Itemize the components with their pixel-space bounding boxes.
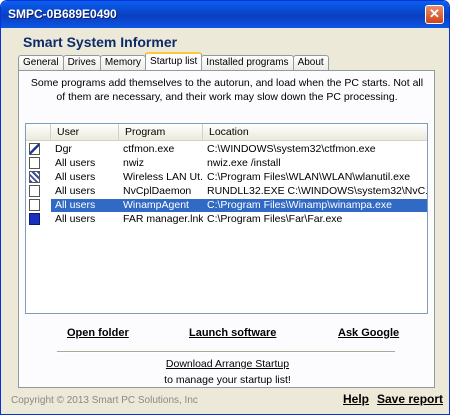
window-title: SMPC-0B689E0490 — [8, 7, 117, 21]
far-icon — [29, 213, 40, 225]
app-title: Smart System Informer — [23, 34, 178, 50]
launch-software-button[interactable]: Launch software — [189, 327, 276, 339]
open-folder-button[interactable]: Open folder — [67, 327, 129, 339]
row-program: NvCplDaemon — [123, 185, 192, 197]
tab-startup-list[interactable]: Startup list — [145, 52, 203, 70]
row-location: C:\Program Files\Far\Far.exe — [207, 213, 343, 225]
table-row[interactable]: All users FAR manager.lnk C:\Program Fil… — [26, 213, 427, 226]
close-button[interactable]: ✕ — [425, 5, 444, 24]
download-arrange-startup-link[interactable]: Download Arrange Startup — [19, 358, 436, 370]
pen-icon — [29, 143, 40, 155]
download-subtitle: to manage your startup list! — [164, 374, 291, 386]
row-location: C:\Program Files\WLAN\WLAN\wlanutil.exe — [207, 171, 411, 183]
row-location: nwiz.exe /install — [207, 157, 281, 169]
tab-memory[interactable]: Memory — [99, 55, 147, 70]
row-location: C:\Program Files\Winamp\winampa.exe — [203, 199, 427, 212]
row-location: C:\WINDOWS\system32\ctfmon.exe — [207, 143, 376, 155]
row-user: All users — [55, 213, 96, 225]
header-icon-column[interactable] — [26, 124, 51, 140]
row-user: Dgr — [55, 143, 72, 155]
row-program: WinampAgent — [119, 199, 203, 212]
close-icon: ✕ — [429, 6, 440, 21]
tab-drives[interactable]: Drives — [62, 55, 101, 70]
row-program: FAR manager.lnk — [123, 213, 203, 225]
save-report-link[interactable]: Save report — [377, 392, 443, 406]
list-header: User Program Location — [26, 124, 427, 141]
client-area: Smart System Informer General Drives Mem… — [5, 28, 445, 411]
table-row[interactable]: All users Wireless LAN Ut... C:\Program … — [26, 171, 427, 184]
row-user: All users — [55, 171, 96, 183]
divider — [57, 351, 395, 353]
tab-about[interactable]: About — [292, 55, 329, 70]
copyright-text: Copyright © 2013 Smart PC Solutions, Inc — [11, 395, 198, 406]
header-location[interactable]: Location — [203, 124, 427, 140]
ask-google-button[interactable]: Ask Google — [338, 327, 399, 339]
row-user: All users — [55, 157, 96, 169]
table-row[interactable]: Dgr ctfmon.exe C:\WINDOWS\system32\ctfmo… — [26, 143, 427, 156]
help-link[interactable]: Help — [343, 392, 369, 406]
row-program: nwiz — [123, 157, 145, 169]
header-user[interactable]: User — [51, 124, 119, 140]
table-row-selected[interactable]: All users WinampAgent C:\Program Files\W… — [26, 199, 427, 212]
tab-strip: General Drives Memory Startup list Insta… — [18, 52, 329, 70]
startup-list[interactable]: User Program Location Dgr ctfmon.exe C:\… — [25, 123, 428, 314]
table-row[interactable]: All users nwiz nwiz.exe /install — [26, 157, 427, 170]
table-row[interactable]: All users NvCplDaemon RUNDLL32.EXE C:\WI… — [26, 185, 427, 198]
row-user: All users — [55, 185, 96, 197]
network-icon — [29, 171, 40, 183]
tab-general[interactable]: General — [18, 55, 64, 70]
row-location: RUNDLL32.EXE C:\WINDOWS\system32\NvC... — [207, 185, 427, 197]
blank-icon — [29, 185, 40, 197]
startup-panel: Some programs add themselves to the auto… — [18, 70, 435, 388]
header-program[interactable]: Program — [119, 124, 203, 140]
title-bar[interactable]: SMPC-0B689E0490 ✕ — [1, 1, 449, 28]
tab-installed-programs[interactable]: Installed programs — [201, 55, 294, 70]
row-user: All users — [51, 199, 119, 212]
blank-icon — [29, 199, 40, 211]
app-window: SMPC-0B689E0490 ✕ Smart System Informer … — [0, 0, 450, 415]
row-program: Wireless LAN Ut... — [123, 171, 203, 183]
startup-description: Some programs add themselves to the auto… — [30, 77, 424, 103]
blank-icon — [29, 157, 40, 169]
row-program: ctfmon.exe — [123, 143, 175, 155]
